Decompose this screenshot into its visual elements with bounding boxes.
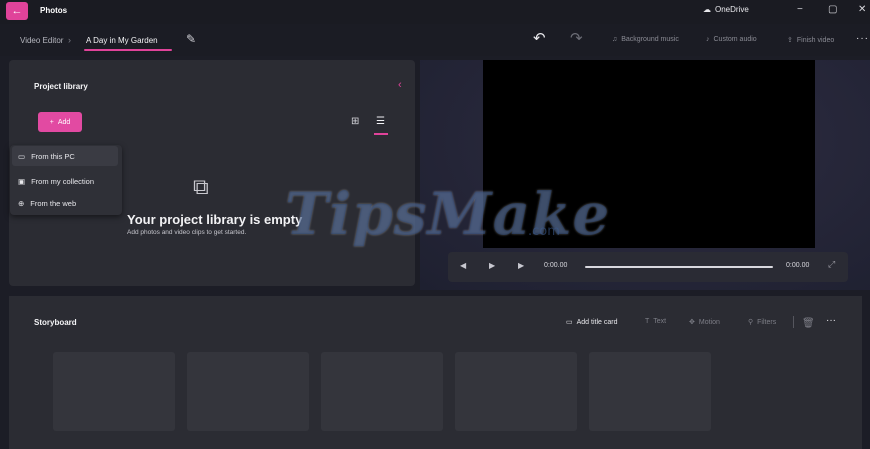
back-arrow-icon: ←: [11, 5, 23, 17]
filters-label: Filters: [757, 318, 777, 326]
motion-label: Motion: [698, 318, 720, 326]
project-name-underline: [84, 49, 172, 51]
toolbar-divider: [793, 316, 794, 328]
menu-item-from-collection[interactable]: ▣ From my collection: [12, 171, 118, 191]
minimize-button[interactable]: −: [797, 4, 803, 15]
menu-item-label: From the web: [30, 198, 77, 208]
add-label: Add: [57, 118, 71, 126]
maximize-button[interactable]: ▢: [828, 4, 837, 15]
music-note-icon: ♫: [612, 36, 618, 43]
menu-item-from-pc[interactable]: ▭ From this PC: [12, 146, 118, 166]
storyboard-slot[interactable]: [321, 352, 443, 431]
storyboard-title: Storyboard: [34, 318, 77, 327]
onedrive-label: OneDrive: [715, 5, 749, 14]
add-title-card-label: Add title card: [576, 318, 618, 326]
storyboard-slot[interactable]: [455, 352, 577, 431]
background-music-button[interactable]: ♫ Background music: [612, 36, 679, 43]
previous-frame-icon[interactable]: ◀: [460, 261, 466, 270]
storyboard-more-button[interactable]: ···: [826, 315, 836, 326]
watermark: TipsMake: [285, 180, 611, 248]
current-time: 0:00.00: [544, 262, 568, 269]
delete-icon[interactable]: 🗑: [802, 318, 815, 329]
finish-video-button[interactable]: ⇪ Finish video: [787, 36, 835, 45]
menu-item-from-web[interactable]: ⊕ From the web: [12, 193, 118, 213]
filters-button[interactable]: ⚲ Filters: [748, 318, 777, 327]
motion-icon: ✥: [689, 319, 695, 326]
project-name[interactable]: A Day in My Garden: [86, 36, 158, 45]
custom-audio-label: Custom audio: [713, 36, 757, 43]
close-button[interactable]: ✕: [858, 4, 866, 15]
background-music-label: Background music: [621, 36, 679, 43]
list-view-icon[interactable]: ☰: [376, 116, 385, 127]
media-library-icon: ⧉: [193, 174, 209, 199]
text-icon: T: [645, 318, 650, 325]
empty-library-subtitle: Add photos and video clips to get starte…: [127, 229, 247, 236]
finish-video-label: Finish video: [796, 36, 835, 44]
custom-audio-button[interactable]: ♪ Custom audio: [706, 36, 757, 43]
back-button[interactable]: ←: [6, 2, 28, 20]
menu-item-label: From my collection: [31, 176, 95, 186]
rename-pencil-icon[interactable]: ✎: [186, 32, 196, 46]
text-label: Text: [653, 318, 667, 325]
app-title: Photos: [40, 6, 68, 15]
breadcrumb-separator: ›: [68, 35, 71, 45]
storyboard-slot[interactable]: [53, 352, 175, 431]
text-button[interactable]: T Text: [645, 318, 666, 325]
filter-icon: ⚲: [748, 319, 754, 326]
add-button[interactable]: + Add: [38, 112, 82, 132]
list-view-selected-indicator: [374, 133, 388, 135]
storyboard-slot[interactable]: [187, 352, 309, 431]
onedrive-button[interactable]: ☁ OneDrive: [703, 5, 749, 14]
redo-icon[interactable]: ↷: [570, 29, 583, 47]
watermark-suffix: .com: [528, 224, 560, 239]
total-time: 0:00.00: [786, 262, 810, 269]
plus-icon: +: [49, 118, 54, 126]
grid-view-icon[interactable]: ⊞: [351, 116, 359, 127]
web-icon: ⊕: [18, 198, 25, 208]
play-icon[interactable]: ▶: [489, 261, 495, 270]
fullscreen-icon[interactable]: ⤢: [828, 259, 835, 270]
undo-icon[interactable]: ↶: [533, 29, 546, 47]
collapse-chevron-icon[interactable]: ‹: [398, 79, 402, 91]
menu-item-label: From this PC: [31, 151, 75, 161]
project-library-title: Project library: [34, 82, 88, 91]
export-icon: ⇪: [787, 37, 793, 44]
empty-library-title: Your project library is empty: [127, 212, 303, 227]
seek-bar[interactable]: [585, 266, 773, 268]
pc-icon: ▭: [18, 151, 26, 161]
cloud-icon: ☁: [703, 5, 711, 14]
collection-icon: ▣: [18, 176, 26, 186]
next-frame-icon[interactable]: ▶: [518, 261, 524, 270]
add-title-card-button[interactable]: ▭ Add title card: [566, 318, 618, 327]
motion-button[interactable]: ✥ Motion: [689, 318, 720, 327]
storyboard-slot[interactable]: [589, 352, 711, 431]
title-card-icon: ▭: [566, 319, 573, 326]
more-options-button[interactable]: ···: [856, 33, 869, 44]
breadcrumb-video-editor[interactable]: Video Editor: [20, 36, 63, 45]
custom-audio-icon: ♪: [706, 36, 710, 43]
